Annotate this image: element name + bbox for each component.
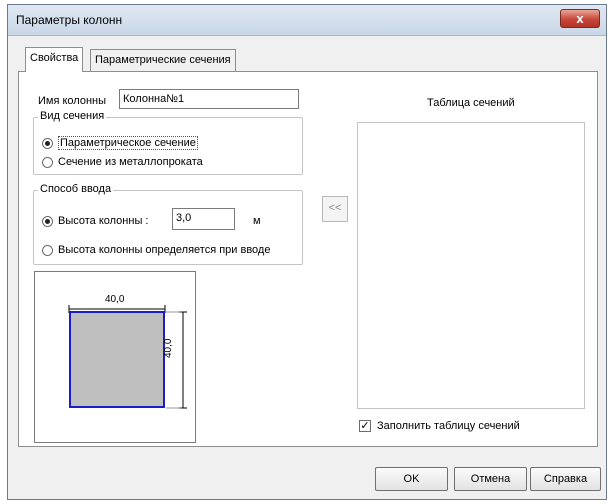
radio-height-at-input[interactable]: Высота колонны определяется при вводе <box>42 243 270 258</box>
radio-height-at-input-label: Высота колонны определяется при вводе <box>58 244 271 256</box>
tab-parametric-sections-label: Параметрические сечения <box>95 54 231 66</box>
cancel-button[interactable]: Отмена <box>454 467 527 491</box>
ok-button[interactable]: OK <box>375 467 448 491</box>
column-height-input[interactable]: 3,0 <box>172 208 235 230</box>
radio-parametric-section-label: Параметрическое сечение <box>58 136 198 150</box>
input-method-legend: Способ ввода <box>38 183 114 195</box>
fill-table-check-indicator: ✓ <box>359 420 371 433</box>
cancel-button-label: Отмена <box>470 473 511 485</box>
radio-height-at-input-indicator <box>42 244 53 256</box>
radio-column-height-indicator <box>42 215 53 227</box>
height-dimension-label: 40,0 <box>163 338 174 358</box>
height-unit-label: м <box>253 215 261 227</box>
tab-properties[interactable]: Свойства <box>25 47 84 72</box>
section-type-legend: Вид сечения <box>38 110 107 122</box>
add-to-table-button[interactable]: << <box>322 196 348 222</box>
section-shape <box>70 312 164 407</box>
add-to-table-label: << <box>328 202 342 214</box>
sections-table-title: Таблица сечений <box>427 97 515 109</box>
radio-column-height[interactable]: Высота колонны : <box>42 214 148 229</box>
radio-rolled-section-indicator <box>42 156 53 168</box>
radio-parametric-section-indicator <box>42 137 53 149</box>
window-title: Параметры колонн <box>16 13 123 27</box>
column-name-label: Имя колонны <box>38 95 107 107</box>
close-button[interactable]: x <box>560 9 600 28</box>
sections-table[interactable] <box>357 122 585 409</box>
fill-table-label: Заполнить таблицу сечений <box>377 420 520 432</box>
tab-properties-label: Свойства <box>30 52 79 64</box>
radio-column-height-label: Высота колонны : <box>58 215 149 227</box>
help-button-label: Справка <box>543 473 588 485</box>
section-preview: 40,0 40,0 <box>34 271 196 443</box>
column-height-value: 3,0 <box>176 212 192 224</box>
radio-parametric-section[interactable]: Параметрическое сечение <box>42 136 198 151</box>
help-button[interactable]: Справка <box>530 467 601 491</box>
close-icon: x <box>576 11 584 26</box>
width-dimension-label: 40,0 <box>105 294 125 305</box>
tab-parametric-sections[interactable]: Параметрические сечения <box>90 49 236 71</box>
radio-rolled-section[interactable]: Сечение из металлопроката <box>42 155 203 170</box>
title-bar[interactable]: Параметры колонн x <box>8 5 606 36</box>
column-name-value: Колонна№1 <box>123 93 185 105</box>
ok-button-label: OK <box>403 473 420 485</box>
column-name-input[interactable]: Колонна№1 <box>119 89 299 109</box>
radio-rolled-section-label: Сечение из металлопроката <box>58 156 203 168</box>
fill-table-checkbox[interactable]: ✓ Заполнить таблицу сечений <box>359 419 520 434</box>
